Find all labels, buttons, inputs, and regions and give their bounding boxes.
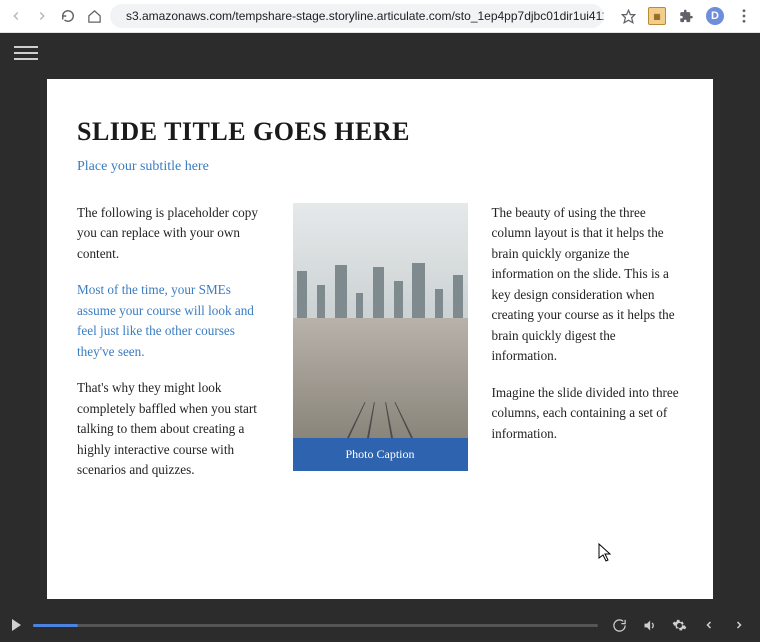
column-center: Photo Caption: [293, 203, 468, 496]
url-text: s3.amazonaws.com/tempshare-stage.storyli…: [126, 9, 604, 23]
star-icon[interactable]: [618, 6, 638, 26]
extensions-puzzle-icon[interactable]: [676, 6, 696, 26]
play-button[interactable]: [12, 619, 21, 631]
col1-p2: Most of the time, your SMEs assume your …: [77, 280, 269, 362]
browser-toolbar: s3.amazonaws.com/tempshare-stage.storyli…: [0, 0, 760, 33]
slide-title: SLIDE TITLE GOES HERE: [77, 117, 683, 147]
menu-button[interactable]: [14, 43, 38, 63]
column-right: The beauty of using the three column lay…: [492, 203, 684, 496]
profile-avatar[interactable]: D: [706, 7, 724, 25]
col3-p1: The beauty of using the three column lay…: [492, 203, 684, 367]
photo-caption: Photo Caption: [293, 438, 468, 471]
extension-icon[interactable]: ▦: [648, 7, 666, 25]
kebab-menu-icon[interactable]: [734, 6, 754, 26]
forward-button[interactable]: [32, 6, 52, 26]
replay-button[interactable]: [610, 616, 628, 634]
column-left: The following is placeholder copy you ca…: [77, 203, 269, 496]
address-bar[interactable]: s3.amazonaws.com/tempshare-stage.storyli…: [110, 4, 604, 28]
reload-button[interactable]: [58, 6, 78, 26]
col1-p1: The following is placeholder copy you ca…: [77, 203, 269, 264]
seekbar-progress: [33, 624, 78, 627]
next-button[interactable]: [730, 616, 748, 634]
photo-placeholder: [293, 203, 468, 438]
course-player: SLIDE TITLE GOES HERE Place your subtitl…: [0, 33, 760, 642]
content-columns: The following is placeholder copy you ca…: [77, 203, 683, 496]
seekbar[interactable]: [33, 624, 598, 627]
col1-p3: That's why they might look completely ba…: [77, 378, 269, 480]
back-button[interactable]: [6, 6, 26, 26]
prev-button[interactable]: [700, 616, 718, 634]
volume-button[interactable]: [640, 616, 658, 634]
player-controls: [0, 608, 760, 642]
col3-p2: Imagine the slide divided into three col…: [492, 383, 684, 444]
home-button[interactable]: [84, 6, 104, 26]
slide: SLIDE TITLE GOES HERE Place your subtitl…: [47, 79, 713, 599]
settings-button[interactable]: [670, 616, 688, 634]
slide-subtitle: Place your subtitle here: [77, 159, 683, 175]
